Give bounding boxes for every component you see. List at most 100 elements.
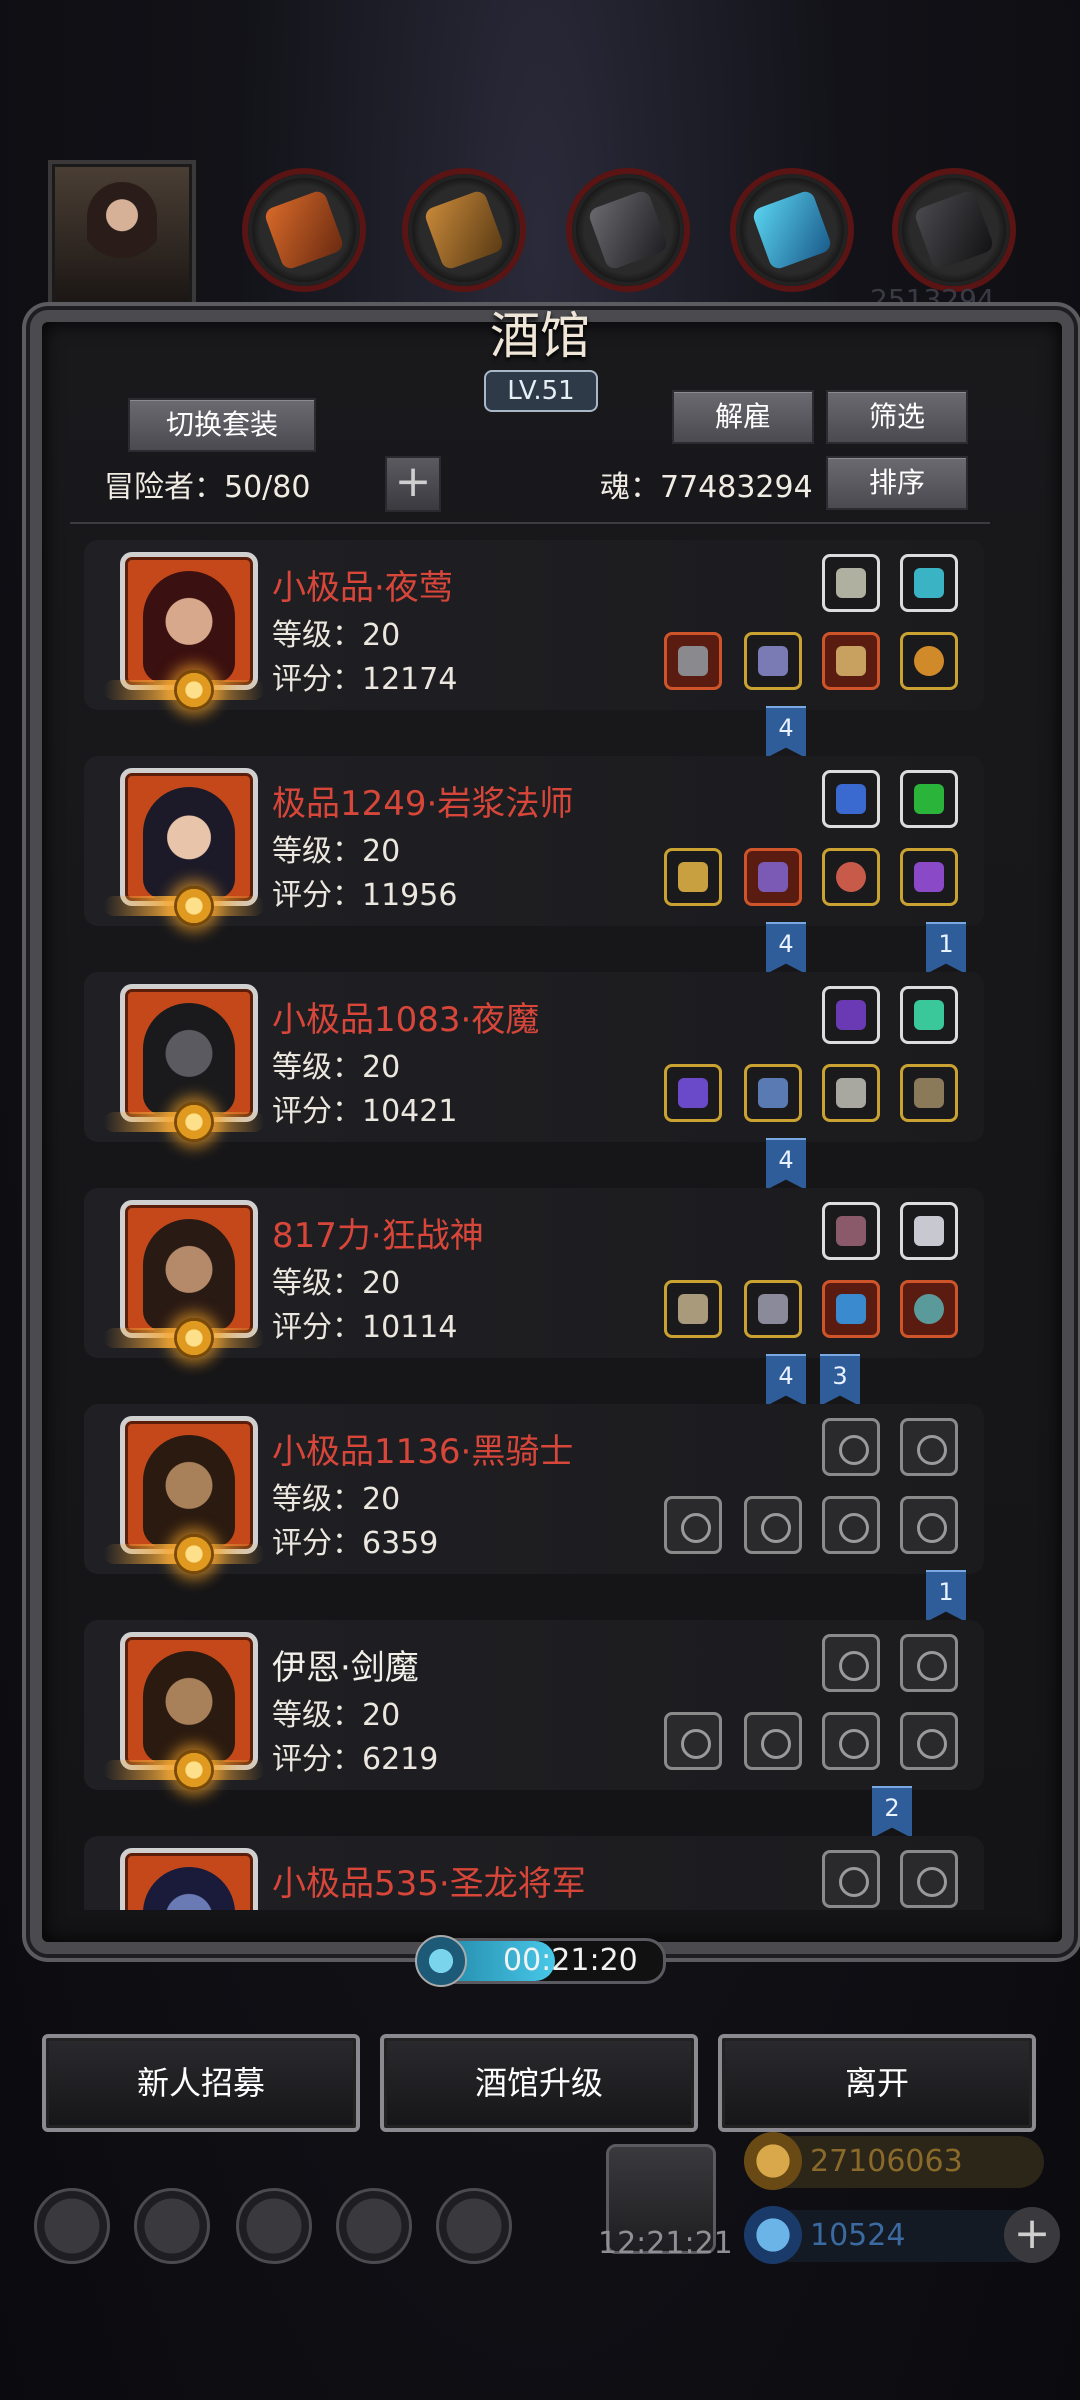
gold-icon [744, 2132, 802, 2190]
equip-armor-icon[interactable] [744, 632, 802, 690]
empty-accessory-slot-icon[interactable] [900, 1418, 958, 1476]
rank-emblem-icon [174, 1318, 214, 1358]
hero-portrait[interactable] [120, 1200, 258, 1338]
hero-name: 小极品535·圣龙将军 [272, 1864, 586, 1904]
hero-name: 817力·狂战神 [272, 1216, 484, 1256]
empty-accessory-slot-icon[interactable] [822, 1850, 880, 1908]
gift-countdown: 12:21:21 [598, 2226, 733, 2261]
empty-weapon-slot-icon[interactable] [664, 1496, 722, 1554]
resource-crystal-icon[interactable] [730, 168, 854, 292]
equip-ring-icon[interactable] [822, 632, 880, 690]
empty-accessory-slot-icon[interactable] [900, 1850, 958, 1908]
hero-portrait[interactable] [120, 1848, 258, 1910]
hero-score: 评分：12174 [272, 662, 458, 697]
hero-portrait[interactable] [120, 768, 258, 906]
hero-portrait[interactable] [120, 984, 258, 1122]
resource-ore-icon[interactable] [242, 168, 366, 292]
add-gems-button[interactable]: + [1004, 2207, 1060, 2263]
empty-ring-slot-icon[interactable] [822, 1496, 880, 1554]
hero-name: 小极品1083·夜魔 [272, 1000, 540, 1040]
gem-amount: 10524 [810, 2218, 906, 2253]
soul-count: 魂：77483294 [600, 470, 813, 505]
hero-level: 等级：20 [272, 1482, 401, 1517]
hero-portrait[interactable] [120, 1632, 258, 1770]
emblem-icon[interactable] [236, 2188, 312, 2264]
equip-sword-icon[interactable] [664, 632, 722, 690]
equip-armor-icon[interactable] [744, 848, 802, 906]
resource-stone-icon[interactable] [892, 168, 1016, 292]
rank-emblem-icon [174, 886, 214, 926]
map-icon[interactable] [336, 2188, 412, 2264]
tavern-level-badge: LV.51 [484, 370, 598, 412]
empty-armor-slot-icon[interactable] [744, 1496, 802, 1554]
empty-accessory-slot-icon[interactable] [822, 1634, 880, 1692]
hero-row[interactable]: 伊恩·剑魔 等级：20 评分：6219 2 [84, 1610, 984, 1838]
hero-score: 评分：10421 [272, 1094, 458, 1129]
equip-lantern-icon[interactable] [900, 986, 958, 1044]
equip-orb-icon[interactable] [822, 848, 880, 906]
leave-button[interactable]: 离开 [718, 2034, 1036, 2132]
equip-emblem-icon[interactable] [822, 986, 880, 1044]
gold-amount: 27106063 [810, 2144, 963, 2179]
hero-row[interactable]: 817力·狂战神 等级：20 评分：10114 4 3 [84, 1178, 984, 1406]
empty-weapon-slot-icon[interactable] [664, 1712, 722, 1770]
equip-ring-icon[interactable] [900, 1280, 958, 1338]
empty-ring-slot-icon[interactable] [822, 1712, 880, 1770]
hero-score: 评分：10114 [272, 1310, 458, 1345]
equip-staff-icon[interactable] [664, 848, 722, 906]
equip-skull-icon[interactable] [900, 1064, 958, 1122]
hero-name: 小极品·夜莺 [272, 568, 453, 608]
equip-emblem-icon[interactable] [900, 1202, 958, 1260]
equip-gem-icon[interactable] [900, 554, 958, 612]
hero-row[interactable]: 小极品535·圣龙将军 [84, 1826, 984, 1910]
equip-armor-icon[interactable] [744, 1064, 802, 1122]
equip-armor-icon[interactable] [744, 1280, 802, 1338]
resource-iron-icon[interactable] [566, 168, 690, 292]
sort-button[interactable]: 排序 [826, 456, 968, 510]
rank-emblem-icon [174, 1750, 214, 1790]
hero-portrait[interactable] [120, 552, 258, 690]
hero-row[interactable]: 小极品1083·夜魔 等级：20 评分：10421 4 [84, 962, 984, 1190]
hero-portrait[interactable] [120, 1416, 258, 1554]
add-slot-button[interactable]: + [385, 456, 441, 512]
settings-icon[interactable] [34, 2188, 110, 2264]
hero-list[interactable]: 小极品·夜莺 等级：20 评分：12174 4 极品1249·岩浆法师 等级：2… [84, 530, 984, 1910]
header-divider [70, 522, 990, 524]
timer-text: 00:21:20 [503, 1943, 638, 1978]
gem-counter: 10524 [744, 2206, 1044, 2264]
equip-feather-icon[interactable] [822, 1202, 880, 1260]
hero-row[interactable]: 小极品·夜莺 等级：20 评分：12174 4 [84, 530, 984, 758]
equip-weapon-icon[interactable] [822, 554, 880, 612]
empty-accessory-slot-icon[interactable] [822, 1418, 880, 1476]
switch-set-button[interactable]: 切换套装 [128, 398, 316, 452]
equip-book-icon[interactable] [900, 770, 958, 828]
empty-accessory-slot-icon[interactable] [900, 1634, 958, 1692]
equip-bracer-icon[interactable] [822, 1280, 880, 1338]
star-icon[interactable] [134, 2188, 210, 2264]
bag-icon[interactable] [436, 2188, 512, 2264]
hero-row[interactable]: 小极品1136·黑骑士 等级：20 评分：6359 1 [84, 1394, 984, 1622]
hero-row[interactable]: 极品1249·岩浆法师 等级：20 评分：11956 4 1 [84, 746, 984, 974]
equip-eye-icon[interactable] [900, 848, 958, 906]
hero-level: 等级：20 [272, 1266, 401, 1301]
equip-dagger-icon[interactable] [664, 1064, 722, 1122]
tavern-refresh-timer: 00:21:20 [415, 1935, 666, 1987]
recruit-button[interactable]: 新人招募 [42, 2034, 360, 2132]
equip-lantern-icon[interactable] [822, 770, 880, 828]
dismiss-button[interactable]: 解雇 [672, 390, 814, 444]
player-avatar[interactable] [48, 160, 196, 308]
empty-armor-slot-icon[interactable] [744, 1712, 802, 1770]
filter-button[interactable]: 筛选 [826, 390, 968, 444]
tavern-upgrade-button[interactable]: 酒馆升级 [380, 2034, 698, 2132]
equip-axe-icon[interactable] [664, 1280, 722, 1338]
hero-score: 评分：6359 [272, 1526, 439, 1561]
hero-score: 评分：11956 [272, 878, 458, 913]
empty-ring-slot-icon[interactable] [900, 1712, 958, 1770]
rank-emblem-icon [174, 1534, 214, 1574]
equip-ring-icon[interactable] [900, 632, 958, 690]
resource-wood-icon[interactable] [402, 168, 526, 292]
empty-ring-slot-icon[interactable] [900, 1496, 958, 1554]
gold-counter: 27106063 [744, 2132, 1044, 2190]
rank-emblem-icon [174, 1102, 214, 1142]
equip-box-icon[interactable] [822, 1064, 880, 1122]
